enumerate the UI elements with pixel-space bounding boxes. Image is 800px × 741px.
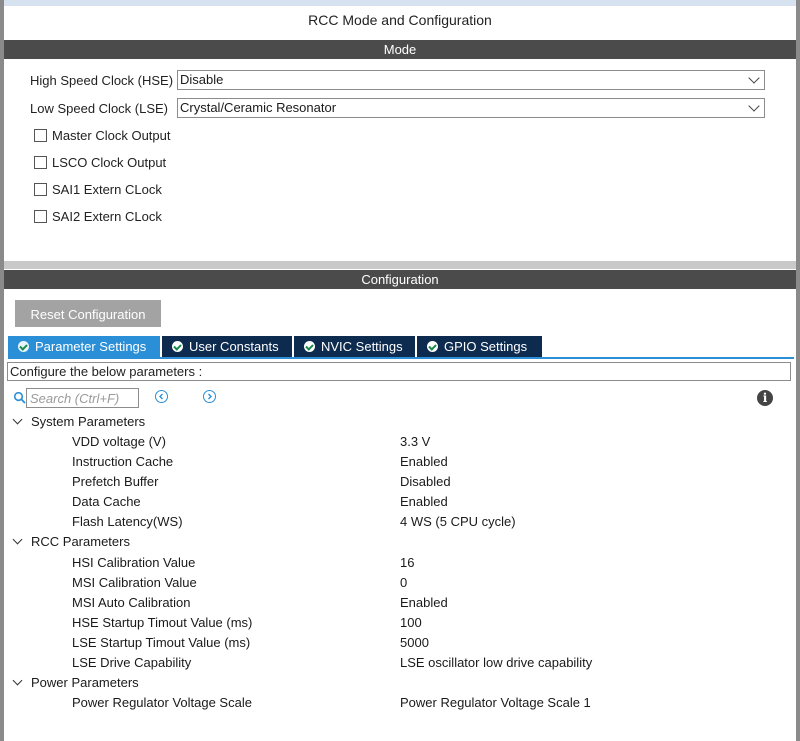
- param-value[interactable]: 3.3 V: [400, 433, 430, 451]
- chevron-down-icon: [12, 675, 23, 686]
- group-rcc-parameters[interactable]: RCC Parameters: [12, 533, 130, 551]
- group-label: Power Parameters: [31, 675, 139, 690]
- param-name: MSI Calibration Value: [72, 575, 197, 590]
- param-name: LSE Drive Capability: [72, 655, 192, 670]
- hse-select-value: Disable: [180, 72, 224, 87]
- checkbox-label: LSCO Clock Output: [52, 155, 167, 170]
- arrow-left-circle-icon[interactable]: [155, 390, 168, 403]
- param-value[interactable]: 5000: [400, 634, 429, 652]
- checkbox-box[interactable]: [34, 156, 47, 170]
- panel-title: RCC Mode and Configuration: [308, 12, 492, 28]
- param-value[interactable]: Power Regulator Voltage Scale 1: [400, 694, 591, 712]
- chevron-down-icon: [12, 414, 23, 425]
- tab-user-constants[interactable]: User Constants: [162, 336, 292, 357]
- check-circle-icon: [18, 341, 29, 353]
- param-value[interactable]: 4 WS (5 CPU cycle): [400, 513, 516, 531]
- param-name: Flash Latency(WS): [72, 514, 183, 529]
- checkbox-label: SAI1 Extern CLock: [52, 182, 162, 197]
- tab-label: Parameter Settings: [35, 339, 147, 354]
- lse-label: Low Speed Clock (LSE): [30, 101, 169, 116]
- configuration-header: Configuration: [4, 270, 796, 289]
- lse-select-value: Crystal/Ceramic Resonator: [180, 100, 337, 115]
- rcc-panel: RCC Mode and Configuration Mode High Spe…: [4, 0, 796, 741]
- group-label: System Parameters: [31, 414, 146, 429]
- param-value[interactable]: Enabled: [400, 453, 448, 471]
- param-name: VDD voltage (V): [72, 434, 166, 449]
- master-clock-output-checkbox[interactable]: Master Clock Output: [34, 128, 171, 144]
- tab-underline: [8, 357, 794, 359]
- tab-nvic-settings[interactable]: NVIC Settings: [294, 336, 415, 357]
- checkbox-box[interactable]: [34, 210, 47, 224]
- search-icon[interactable]: [13, 391, 27, 405]
- param-value[interactable]: Disabled: [400, 473, 451, 491]
- group-label: RCC Parameters: [31, 534, 130, 549]
- group-system-parameters[interactable]: System Parameters: [12, 413, 145, 431]
- checkbox-box[interactable]: [34, 129, 47, 143]
- param-value[interactable]: 16: [400, 554, 414, 572]
- tab-parameter-settings[interactable]: Parameter Settings: [8, 336, 160, 357]
- chevron-down-icon: [748, 72, 760, 84]
- arrow-right-circle-icon[interactable]: [203, 390, 216, 403]
- tab-label: User Constants: [189, 339, 279, 354]
- checkbox-label: Master Clock Output: [52, 128, 171, 143]
- checkbox-box[interactable]: [34, 183, 47, 197]
- tab-label: NVIC Settings: [321, 339, 403, 354]
- section-divider[interactable]: [4, 261, 796, 269]
- tab-label: GPIO Settings: [444, 339, 528, 354]
- configure-hint: Configure the below parameters :: [7, 362, 791, 381]
- group-power-parameters[interactable]: Power Parameters: [12, 674, 139, 692]
- param-name: LSE Startup Timout Value (ms): [72, 635, 251, 650]
- lse-select[interactable]: Crystal/Ceramic Resonator: [177, 98, 765, 118]
- check-circle-icon: [172, 341, 183, 353]
- checkbox-label: SAI2 Extern CLock: [52, 209, 162, 224]
- param-name: Prefetch Buffer: [72, 474, 159, 489]
- reset-configuration-button[interactable]: Reset Configuration: [15, 300, 161, 327]
- top-strip: [4, 0, 796, 6]
- param-value[interactable]: Enabled: [400, 493, 448, 511]
- param-name: HSI Calibration Value: [72, 555, 196, 570]
- param-name: MSI Auto Calibration: [72, 595, 191, 610]
- param-name: Data Cache: [72, 494, 141, 509]
- param-name: Power Regulator Voltage Scale: [72, 695, 252, 710]
- param-value[interactable]: 0: [400, 574, 407, 592]
- mode-header: Mode: [4, 40, 796, 59]
- lsco-clock-output-checkbox[interactable]: LSCO Clock Output: [34, 155, 166, 171]
- sai1-extern-clock-checkbox[interactable]: SAI1 Extern CLock: [34, 182, 162, 198]
- chevron-down-icon: [12, 534, 23, 545]
- check-circle-icon: [304, 341, 315, 353]
- chevron-down-icon: [748, 100, 760, 112]
- hse-select[interactable]: Disable: [177, 70, 765, 90]
- param-name: HSE Startup Timout Value (ms): [72, 615, 253, 630]
- param-name: Instruction Cache: [72, 454, 174, 469]
- param-value[interactable]: 100: [400, 614, 422, 632]
- param-value[interactable]: LSE oscillator low drive capability: [400, 654, 592, 672]
- hse-label: High Speed Clock (HSE): [30, 73, 174, 88]
- sai2-extern-clock-checkbox[interactable]: SAI2 Extern CLock: [34, 209, 162, 225]
- info-icon[interactable]: i: [757, 390, 773, 406]
- param-value[interactable]: Enabled: [400, 594, 448, 612]
- search-input[interactable]: [26, 388, 139, 408]
- tab-gpio-settings[interactable]: GPIO Settings: [417, 336, 542, 357]
- check-circle-icon: [427, 341, 438, 353]
